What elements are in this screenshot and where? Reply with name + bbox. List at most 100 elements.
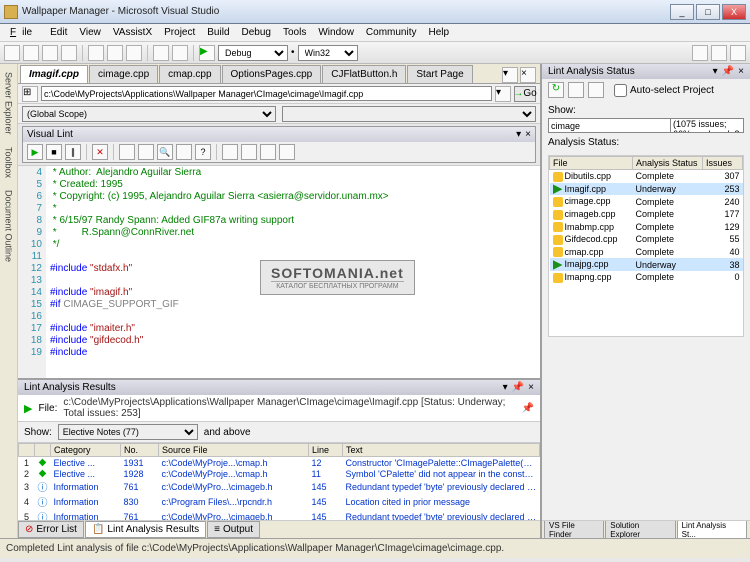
toolbar-extra-button[interactable] [711,45,727,61]
vlint-tool-button[interactable] [279,144,295,160]
show-filter-select[interactable]: Elective Notes (77) [58,424,198,440]
go-button[interactable]: →Go [514,86,536,102]
vlint-tool-button[interactable] [138,144,154,160]
autoselect-checkbox[interactable] [614,84,627,97]
lint-status-tab[interactable]: Lint Analysis St... [677,520,747,538]
code-editor[interactable]: 45678910111213141516171819 * Author: Ale… [18,165,540,378]
result-row[interactable]: 5ⓘInformation761c:\Code\MyPro...\cimageb… [19,509,540,520]
col-file[interactable]: File [550,157,633,170]
vlint-cancel-button[interactable]: ✕ [92,144,108,160]
status-row[interactable]: cimageb.cppComplete177 [550,208,743,221]
menu-help[interactable]: Help [423,25,456,40]
save-button[interactable] [42,45,58,61]
status-row[interactable]: Dibutils.cppComplete307 [550,170,743,183]
vlint-dropdown-icon[interactable]: ▾ [516,129,521,140]
menu-project[interactable]: Project [158,25,201,40]
vlint-help-button[interactable]: ? [195,144,211,160]
vs-file-finder-tab[interactable]: VS File Finder [544,520,604,538]
vlint-tool-button[interactable] [119,144,135,160]
doc-tab[interactable]: Imagif.cpp [20,65,88,83]
status-row[interactable]: Imabmp.cppComplete129 [550,221,743,234]
nav-dropdown-button[interactable]: ▾ [495,86,511,102]
status-table[interactable]: File Analysis Status Issues Dibutils.cpp… [548,155,744,337]
menu-tools[interactable]: Tools [277,25,312,40]
undo-button[interactable] [153,45,169,61]
platform-select[interactable]: Win32 [298,45,358,61]
document-outline-tab[interactable]: Document Outline [3,186,15,266]
output-tab[interactable]: ≡Output [207,521,260,538]
vlint-tool-button[interactable] [222,144,238,160]
col-text[interactable]: Text [343,444,540,457]
status-tool-button[interactable] [588,82,604,98]
vlint-close-icon[interactable]: × [525,129,531,140]
col-issues[interactable]: Issues [703,157,743,170]
tab-close-button[interactable]: × [520,67,536,83]
toolbox-tab[interactable]: Toolbox [3,143,15,182]
open-button[interactable] [23,45,39,61]
paste-button[interactable] [126,45,142,61]
menu-edit[interactable]: Edit [44,25,73,40]
play-icon[interactable]: ▶ [24,402,32,415]
status-row[interactable]: Imagif.cppUnderway253 [550,183,743,196]
menu-community[interactable]: Community [360,25,423,40]
status-pin-icon[interactable]: 📌 [722,66,734,77]
close-button[interactable]: X [722,4,746,20]
results-close-icon[interactable]: × [528,382,534,393]
vlint-stop-button[interactable]: ■ [46,144,62,160]
status-row[interactable]: Gifdecod.cppComplete55 [550,233,743,246]
solution-explorer-tab[interactable]: Solution Explorer [605,520,675,538]
col-status[interactable]: Analysis Status [633,157,703,170]
code-content[interactable]: * Author: Alejandro Aguilar Sierra * Cre… [46,166,540,378]
status-close-icon[interactable]: × [738,66,744,77]
vlint-zoom-button[interactable]: 🔍 [157,144,173,160]
menu-file[interactable]: File [4,25,44,40]
col-index[interactable] [19,444,35,457]
menu-vassistx[interactable]: VAssistX [107,25,158,40]
member-select[interactable] [282,106,536,122]
lint-results-tab[interactable]: 📋Lint Analysis Results [85,521,206,538]
copy-button[interactable] [107,45,123,61]
vlint-play-button[interactable]: ▶ [27,144,43,160]
status-row[interactable]: Imapng.cppComplete0 [550,271,743,284]
results-pin-icon[interactable]: 📌 [512,382,524,393]
results-table[interactable]: Category No. Source File Line Text 1◆Ele… [18,443,540,520]
tab-dropdown-button[interactable]: ▾ [502,67,518,83]
doc-tab[interactable]: Start Page [407,65,472,83]
doc-tab[interactable]: OptionsPages.cpp [222,65,322,83]
vlint-tool-button[interactable] [176,144,192,160]
doc-tab[interactable]: CJFlatButton.h [322,65,406,83]
scope-select[interactable]: (Global Scope) [22,106,276,122]
error-list-tab[interactable]: ⊘Error List [18,521,84,538]
results-dropdown-icon[interactable]: ▾ [503,382,508,393]
project-select-input[interactable] [548,118,671,133]
nav-dropdown-icon[interactable]: ⊞ [22,86,38,102]
pin-icon[interactable]: 📌 [522,403,534,414]
col-no[interactable]: No. [121,444,159,457]
menu-window[interactable]: Window [312,25,360,40]
server-explorer-tab[interactable]: Server Explorer [3,68,15,139]
result-row[interactable]: 1◆Elective ...1931c:\Code\MyProje...\cma… [19,457,540,469]
toolbar-extra-button[interactable] [730,45,746,61]
status-dropdown-icon[interactable]: ▾ [713,66,718,77]
status-row[interactable]: Imajpg.cppUnderway38 [550,258,743,271]
config-select[interactable]: Debug [218,45,288,61]
status-tool-button[interactable] [568,82,584,98]
toolbar-extra-button[interactable] [692,45,708,61]
col-line[interactable]: Line [309,444,343,457]
menu-view[interactable]: View [73,25,107,40]
result-row[interactable]: 3ⓘInformation761c:\Code\MyPro...\cimageb… [19,479,540,494]
doc-tab[interactable]: cmap.cpp [159,65,220,83]
refresh-button[interactable]: ↻ [548,82,564,98]
vlint-tool-button[interactable] [260,144,276,160]
menu-debug[interactable]: Debug [236,25,277,40]
file-path-input[interactable] [41,86,492,101]
start-debug-button[interactable]: ▶ [199,45,215,61]
doc-tab[interactable]: cimage.cpp [89,65,158,83]
menu-build[interactable]: Build [201,25,235,40]
result-row[interactable]: 4ⓘInformation830c:\Program Files\...\rpc… [19,494,540,509]
status-row[interactable]: cmap.cppComplete40 [550,246,743,259]
vlint-tool-button[interactable] [241,144,257,160]
vlint-pause-button[interactable]: ∥ [65,144,81,160]
redo-button[interactable] [172,45,188,61]
new-project-button[interactable] [4,45,20,61]
